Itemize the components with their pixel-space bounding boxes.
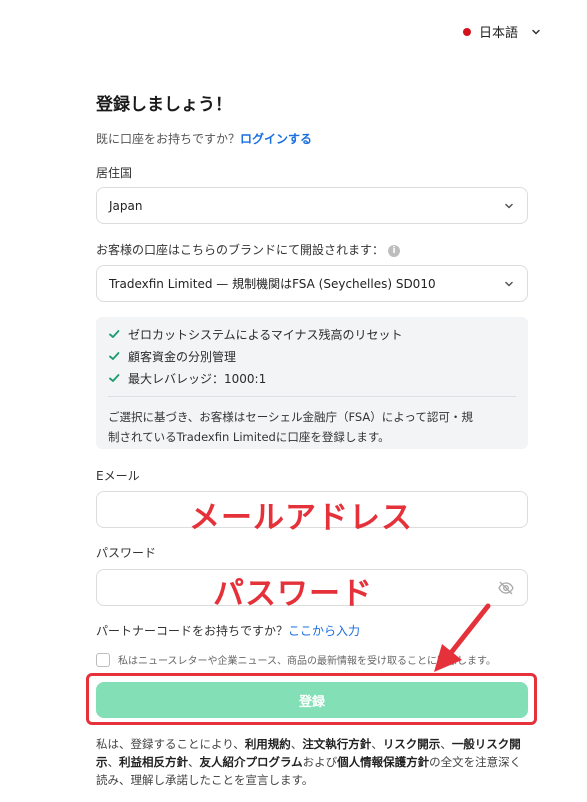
residence-value: Japan <box>109 198 143 213</box>
terms-declaration: 私は、登録することにより、利用規約、注文執行方針、リスク開示、一般リスク開示、利… <box>96 735 528 789</box>
page-title: 登録しましょう！ <box>96 95 232 115</box>
brand-label: お客様の口座はこちらのブランドにて開設されます： i <box>96 241 401 258</box>
brand-select[interactable]: Tradexfin Limited — 規制機関はFSA (Seychelles… <box>96 265 528 302</box>
partner-code-link[interactable]: ここから入力 <box>288 624 360 638</box>
chevron-down-icon <box>505 281 513 286</box>
email-annotation: メールアドレス <box>189 500 413 536</box>
residence-label: 居住国 <box>96 166 133 180</box>
feature-item: 最大レバレッジ：1000:1 <box>108 367 516 389</box>
login-prompt-text: 既に口座をお持ちですか？ <box>96 132 241 146</box>
terms-text: および <box>302 755 338 769</box>
eye-off-icon[interactable] <box>497 579 515 597</box>
chevron-down-icon <box>532 29 540 34</box>
regulation-note-line: ご選択に基づき、お客様はセーシェル金融庁（FSA）によって認可・規 <box>108 410 473 424</box>
terms-text: 、 <box>188 755 200 769</box>
conflict-policy-link[interactable]: 利益相反方針 <box>119 755 188 769</box>
terms-text: 、 <box>107 755 120 769</box>
feature-text: 最大レバレッジ：1000:1 <box>128 371 267 386</box>
language-selector[interactable]: 日本語 <box>463 22 542 41</box>
referral-program-link[interactable]: 友人紹介プログラム <box>200 755 303 769</box>
divider <box>108 396 516 397</box>
japan-flag-dot-icon <box>463 27 471 36</box>
password-annotation: パスワード <box>213 576 373 612</box>
terms-text: 、 <box>371 737 383 751</box>
login-prompt: 既に口座をお持ちですか？ログインする <box>96 130 312 147</box>
terms-link[interactable]: 利用規約 <box>245 737 291 751</box>
language-label: 日本語 <box>479 26 519 41</box>
partner-code-line: パートナーコードをお持ちですか？ここから入力 <box>96 622 360 639</box>
newsletter-checkbox[interactable] <box>96 652 110 667</box>
password-label: パスワード <box>96 546 157 560</box>
privacy-policy-link[interactable]: 個人情報保護方針 <box>337 755 429 769</box>
risk-disclosure-link[interactable]: リスク開示 <box>383 737 441 751</box>
login-link[interactable]: ログインする <box>240 132 312 146</box>
check-icon <box>109 352 120 360</box>
annotation-arrow-icon <box>434 603 491 672</box>
terms-text: 私は、登録することにより、 <box>96 737 245 751</box>
order-execution-link[interactable]: 注文執行方針 <box>302 737 371 751</box>
register-button[interactable]: 登録 <box>96 682 528 718</box>
regulation-note: ご選択に基づき、お客様はセーシェル金融庁（FSA）によって認可・規 制されている… <box>108 407 516 447</box>
brand-label-text: お客様の口座はこちらのブランドにて開設されます： <box>96 243 385 257</box>
check-icon <box>109 330 120 338</box>
regulation-note-line: 制されているTradexfin Limitedに口座を登録します。 <box>108 430 390 444</box>
feature-item: 顧客資金の分別管理 <box>108 345 516 367</box>
brand-value: Tradexfin Limited — 規制機関はFSA (Seychelles… <box>109 277 436 291</box>
chevron-down-icon <box>505 203 513 208</box>
feature-item: ゼロカットシステムによるマイナス残高のリセット <box>108 323 516 345</box>
features-panel: ゼロカットシステムによるマイナス残高のリセット 顧客資金の分別管理 最大レバレッ… <box>96 317 528 449</box>
check-icon <box>109 374 120 382</box>
terms-text: 、 <box>290 737 303 751</box>
residence-select[interactable]: Japan <box>96 187 528 224</box>
email-label: Eメール <box>96 469 140 483</box>
info-icon[interactable]: i <box>388 244 401 257</box>
terms-text: 、 <box>440 737 452 751</box>
partner-prompt: パートナーコードをお持ちですか？ <box>96 624 289 638</box>
feature-text: ゼロカットシステムによるマイナス残高のリセット <box>128 327 403 342</box>
feature-text: 顧客資金の分別管理 <box>128 349 237 364</box>
